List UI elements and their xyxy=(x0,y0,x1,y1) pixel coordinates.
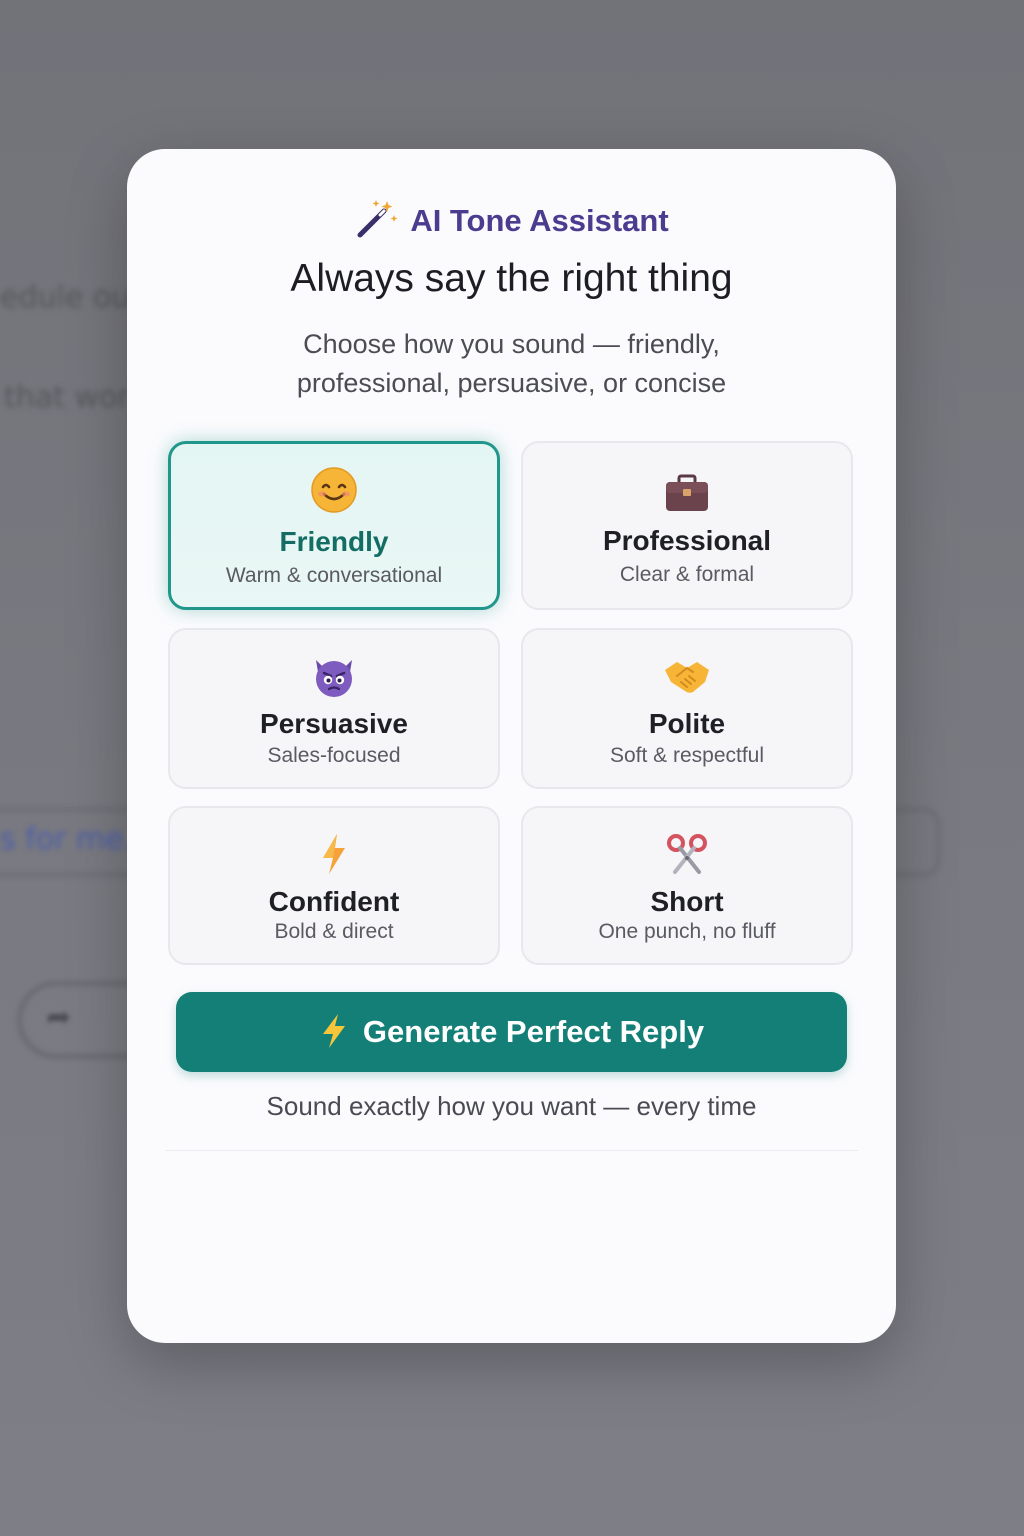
tone-title: Friendly xyxy=(279,526,389,557)
tone-card-short[interactable]: Short One punch, no fluff xyxy=(521,806,853,965)
tone-title: Persuasive xyxy=(260,708,408,739)
tone-description: Soft & respectful xyxy=(609,744,765,767)
tone-description: Clear & formal xyxy=(619,563,755,586)
background-text: edule our xyxy=(0,280,143,315)
lightning-icon xyxy=(170,832,498,876)
scissors-icon xyxy=(523,832,851,876)
magic-wand-icon xyxy=(354,197,398,245)
background-text: s for me. xyxy=(0,822,134,857)
tone-card-persuasive[interactable]: Persuasive Sales-focused xyxy=(168,628,500,789)
generate-reply-button[interactable]: Generate Perfect Reply xyxy=(176,992,847,1072)
brand-header: AI Tone Assistant xyxy=(127,197,896,245)
tone-title: Professional xyxy=(602,525,772,556)
tone-description: Sales-focused xyxy=(267,744,401,767)
tone-card-friendly[interactable]: Friendly Warm & conversational xyxy=(168,441,500,610)
headline: Always say the right thing xyxy=(290,257,733,300)
tone-title: Confident xyxy=(268,886,400,917)
lightning-icon xyxy=(319,1012,349,1053)
tone-title: Polite xyxy=(648,708,726,739)
tone-description: Bold & direct xyxy=(274,920,394,943)
smiling-face-icon xyxy=(171,466,497,514)
divider xyxy=(165,1150,858,1151)
tone-description: One punch, no fluff xyxy=(598,920,776,943)
tagline: Sound exactly how you want — every time xyxy=(266,1091,757,1121)
handshake-icon xyxy=(523,656,851,696)
devil-face-icon xyxy=(170,656,498,698)
tone-card-professional[interactable]: Professional Clear & formal xyxy=(521,441,853,610)
tone-assistant-modal: AI Tone Assistant Always say the right t… xyxy=(127,149,896,1343)
brand-name: AI Tone Assistant xyxy=(410,203,669,238)
background-text: that wor xyxy=(4,380,130,415)
subtitle: Choose how you sound — friendly, profess… xyxy=(296,329,727,398)
tone-card-confident[interactable]: Confident Bold & direct xyxy=(168,806,500,965)
briefcase-icon xyxy=(523,473,851,513)
generate-reply-label: Generate Perfect Reply xyxy=(362,1014,705,1049)
tone-title: Short xyxy=(650,886,724,917)
tone-description: Warm & conversational xyxy=(225,564,443,587)
forward-arrow-icon: ➦ xyxy=(46,1000,72,1035)
tone-card-polite[interactable]: Polite Soft & respectful xyxy=(521,628,853,789)
